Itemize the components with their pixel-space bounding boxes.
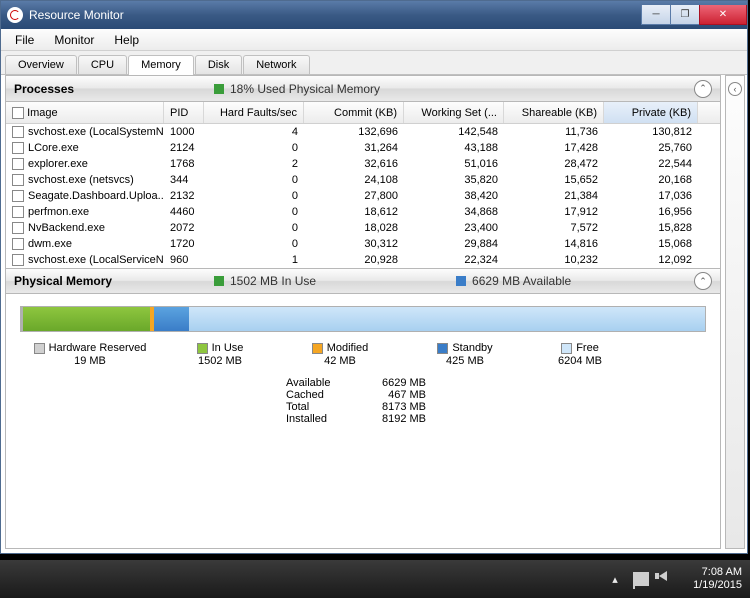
processes-title: Processes bbox=[14, 82, 214, 96]
close-button[interactable]: ✕ bbox=[699, 5, 747, 25]
collapse-physmem-button[interactable]: ⌃ bbox=[694, 272, 712, 290]
col-hard-faults[interactable]: Hard Faults/sec bbox=[204, 102, 304, 123]
clock-time: 7:08 AM bbox=[693, 566, 742, 579]
grid-header: Image PID Hard Faults/sec Commit (KB) Wo… bbox=[6, 102, 720, 124]
table-row[interactable]: LCore.exe2124031,26443,18817,42825,760 bbox=[6, 140, 720, 156]
table-row[interactable]: svchost.exe (netsvcs)344024,10835,82015,… bbox=[6, 172, 720, 188]
resource-monitor-window: Resource Monitor ─ ❐ ✕ File Monitor Help… bbox=[0, 0, 748, 554]
memory-legend: Hardware Reserved 19 MB In Use 1502 MB M… bbox=[6, 342, 720, 367]
table-row[interactable]: Seagate.Dashboard.Uploa...2132027,80038,… bbox=[6, 188, 720, 204]
row-checkbox[interactable] bbox=[12, 206, 24, 218]
col-pid[interactable]: PID bbox=[164, 102, 204, 123]
row-checkbox[interactable] bbox=[12, 238, 24, 250]
menubar: File Monitor Help bbox=[1, 29, 747, 51]
volume-icon[interactable] bbox=[659, 571, 675, 587]
legend-hardware-reserved: Hardware Reserved 19 MB bbox=[20, 342, 160, 367]
action-center-icon[interactable] bbox=[633, 572, 649, 586]
row-checkbox[interactable] bbox=[12, 158, 24, 170]
seg-free bbox=[189, 307, 705, 331]
swatch-free-icon bbox=[561, 343, 572, 354]
tab-disk[interactable]: Disk bbox=[195, 55, 242, 74]
taskbar[interactable]: ▴ 7:08 AM 1/19/2015 bbox=[0, 560, 750, 598]
table-row[interactable]: dwm.exe1720030,31229,88414,81615,068 bbox=[6, 236, 720, 252]
col-image[interactable]: Image bbox=[6, 102, 164, 123]
collapse-processes-button[interactable]: ⌃ bbox=[694, 80, 712, 98]
titlebar[interactable]: Resource Monitor ─ ❐ ✕ bbox=[1, 1, 747, 29]
inuse-text: 1502 MB In Use bbox=[230, 274, 316, 288]
col-shareable[interactable]: Shareable (KB) bbox=[504, 102, 604, 123]
tab-cpu[interactable]: CPU bbox=[78, 55, 127, 74]
col-working-set[interactable]: Working Set (... bbox=[404, 102, 504, 123]
table-row[interactable]: svchost.exe (LocalSystemNet...10004132,6… bbox=[6, 124, 720, 140]
memory-bar bbox=[20, 306, 706, 332]
table-row[interactable]: perfmon.exe4460018,61234,86817,91216,956 bbox=[6, 204, 720, 220]
swatch-modified-icon bbox=[312, 343, 323, 354]
row-checkbox[interactable] bbox=[12, 190, 24, 202]
row-checkbox[interactable] bbox=[12, 254, 24, 266]
table-row[interactable]: NvBackend.exe2072018,02823,4007,57215,82… bbox=[6, 220, 720, 236]
processes-grid: Image PID Hard Faults/sec Commit (KB) Wo… bbox=[6, 102, 720, 268]
legend-standby: Standby 425 MB bbox=[400, 342, 530, 367]
available-text: 6629 MB Available bbox=[472, 274, 571, 288]
app-icon bbox=[7, 7, 23, 23]
system-tray: ▴ 7:08 AM 1/19/2015 bbox=[607, 566, 742, 592]
swatch-inuse-icon bbox=[197, 343, 208, 354]
legend-modified: Modified 42 MB bbox=[280, 342, 400, 367]
right-sidebar: ‹ bbox=[725, 75, 745, 549]
swatch-hardware-icon bbox=[34, 343, 45, 354]
available-icon bbox=[456, 276, 466, 286]
menu-file[interactable]: File bbox=[5, 31, 44, 49]
clock-date: 1/19/2015 bbox=[693, 579, 742, 592]
menu-monitor[interactable]: Monitor bbox=[44, 31, 104, 49]
clock[interactable]: 7:08 AM 1/19/2015 bbox=[693, 566, 742, 592]
tab-network[interactable]: Network bbox=[243, 55, 309, 74]
processes-header[interactable]: Processes 18% Used Physical Memory ⌃ bbox=[6, 76, 720, 102]
window-title: Resource Monitor bbox=[29, 8, 642, 22]
grid-body[interactable]: svchost.exe (LocalSystemNet...10004132,6… bbox=[6, 124, 720, 268]
inuse-icon bbox=[214, 276, 224, 286]
row-checkbox[interactable] bbox=[12, 174, 24, 186]
tab-overview[interactable]: Overview bbox=[5, 55, 77, 74]
row-checkbox[interactable] bbox=[12, 126, 24, 138]
row-checkbox[interactable] bbox=[12, 222, 24, 234]
memory-stats: Available6629 MB Cached467 MB Total8173 … bbox=[286, 377, 720, 425]
row-checkbox[interactable] bbox=[12, 142, 24, 154]
show-hidden-icons-icon[interactable]: ▴ bbox=[607, 571, 623, 587]
physmem-title: Physical Memory bbox=[14, 274, 214, 288]
expand-sidebar-button[interactable]: ‹ bbox=[728, 82, 742, 96]
minimize-button[interactable]: ─ bbox=[641, 5, 671, 25]
memory-usage-icon bbox=[214, 84, 224, 94]
swatch-standby-icon bbox=[437, 343, 448, 354]
memory-usage-text: 18% Used Physical Memory bbox=[230, 82, 380, 96]
table-row[interactable]: svchost.exe (LocalServiceNet...960120,92… bbox=[6, 252, 720, 268]
content-pane: Processes 18% Used Physical Memory ⌃ Ima… bbox=[5, 75, 721, 549]
menu-help[interactable]: Help bbox=[104, 31, 149, 49]
col-commit[interactable]: Commit (KB) bbox=[304, 102, 404, 123]
col-private[interactable]: Private (KB) bbox=[604, 102, 698, 123]
maximize-button[interactable]: ❐ bbox=[670, 5, 700, 25]
physmem-header[interactable]: Physical Memory 1502 MB In Use 6629 MB A… bbox=[6, 268, 720, 294]
tab-memory[interactable]: Memory bbox=[128, 55, 194, 75]
select-all-checkbox[interactable] bbox=[12, 107, 24, 119]
tabbar: Overview CPU Memory Disk Network bbox=[1, 51, 747, 75]
table-row[interactable]: explorer.exe1768232,61651,01628,47222,54… bbox=[6, 156, 720, 172]
legend-in-use: In Use 1502 MB bbox=[160, 342, 280, 367]
seg-standby bbox=[154, 307, 190, 331]
seg-in-use bbox=[23, 307, 150, 331]
legend-free: Free 6204 MB bbox=[530, 342, 630, 367]
